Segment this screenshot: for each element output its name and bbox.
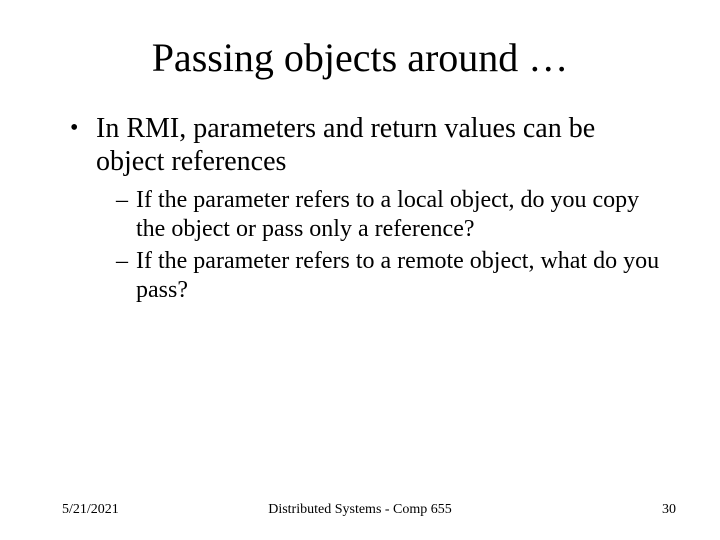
bullet-marker: • xyxy=(70,112,96,142)
bullet-item: • In RMI, parameters and return values c… xyxy=(70,112,670,178)
footer-center: Distributed Systems - Comp 655 xyxy=(0,502,720,518)
slide: Passing objects around … • In RMI, param… xyxy=(0,0,720,540)
footer-page-number: 30 xyxy=(662,502,676,518)
sub-bullet-list: – If the parameter refers to a local obj… xyxy=(116,186,670,305)
sub-bullet-text: If the parameter refers to a remote obje… xyxy=(136,247,670,306)
slide-body: • In RMI, parameters and return values c… xyxy=(70,112,670,307)
sub-bullet-item: – If the parameter refers to a remote ob… xyxy=(116,247,670,306)
slide-title: Passing objects around … xyxy=(0,34,720,81)
dash-marker: – xyxy=(116,186,136,215)
bullet-text: In RMI, parameters and return values can… xyxy=(96,112,670,178)
dash-marker: – xyxy=(116,247,136,276)
sub-bullet-item: – If the parameter refers to a local obj… xyxy=(116,186,670,245)
sub-bullet-text: If the parameter refers to a local objec… xyxy=(136,186,670,245)
